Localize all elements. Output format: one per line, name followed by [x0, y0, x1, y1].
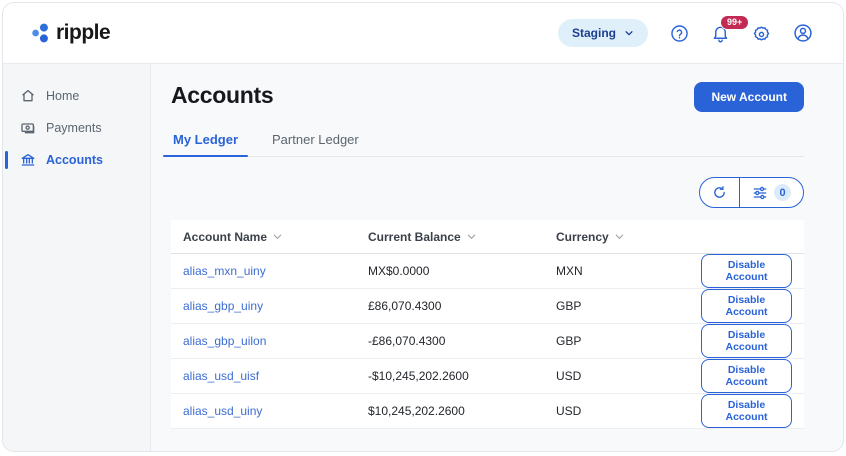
filter-button[interactable]: 0 [739, 178, 803, 207]
table-row: alias_gbp_uiny £86,070.4300 GBP Disable … [171, 289, 804, 324]
currency-value: USD [556, 369, 701, 383]
ripple-logo: ripple [31, 21, 110, 45]
currency-value: GBP [556, 334, 701, 348]
help-button[interactable] [670, 24, 689, 43]
sidebar-item-payments[interactable]: Payments [3, 112, 150, 144]
user-avatar-icon [793, 23, 813, 43]
environment-selector[interactable]: Staging [558, 19, 648, 47]
current-balance-value: -£86,070.4300 [368, 334, 556, 348]
bank-icon [20, 152, 36, 168]
table-row: alias_gbp_uilon -£86,070.4300 GBP Disabl… [171, 324, 804, 359]
environment-label: Staging [572, 26, 616, 40]
account-name-link[interactable]: alias_mxn_uiny [183, 264, 266, 278]
filter-count-badge: 0 [774, 184, 791, 201]
table-toolbar: 0 [171, 177, 804, 208]
new-account-button[interactable]: New Account [694, 82, 804, 112]
table-tools-group: 0 [699, 177, 804, 208]
column-header-currency[interactable]: Currency [556, 230, 625, 244]
disable-account-button[interactable]: Disable Account [701, 394, 792, 428]
accounts-table: Account Name Current Balance Currency [171, 220, 804, 429]
top-bar-controls: Staging [558, 19, 813, 47]
filter-sliders-icon [752, 185, 768, 201]
settings-button[interactable] [752, 24, 771, 43]
tab-partner-ledger[interactable]: Partner Ledger [270, 132, 361, 156]
top-bar: ripple Staging [3, 3, 843, 64]
current-balance-value: £86,070.4300 [368, 299, 556, 313]
gear-icon [752, 24, 771, 43]
disable-account-button[interactable]: Disable Account [701, 324, 792, 358]
refresh-icon [712, 185, 727, 200]
sort-chevron-icon [614, 231, 625, 242]
sidebar-item-accounts[interactable]: Accounts [3, 144, 150, 176]
chevron-down-icon [624, 28, 634, 38]
tab-my-ledger[interactable]: My Ledger [171, 132, 240, 156]
table-row: alias_mxn_uiny MX$0.0000 MXN Disable Acc… [171, 254, 804, 289]
current-balance-value: MX$0.0000 [368, 264, 556, 278]
account-name-link[interactable]: alias_gbp_uiny [183, 299, 263, 313]
disable-account-button[interactable]: Disable Account [701, 254, 792, 288]
notifications-button[interactable]: 99+ [711, 24, 730, 43]
table-row: alias_usd_uisf -$10,245,202.2600 USD Dis… [171, 359, 804, 394]
sort-chevron-icon [466, 231, 477, 242]
refresh-button[interactable] [700, 178, 739, 207]
ripple-logo-text: ripple [56, 21, 110, 45]
main-content: Accounts New Account My Ledger Partner L… [151, 64, 843, 451]
column-label: Currency [556, 230, 609, 244]
ledger-tabs: My Ledger Partner Ledger [171, 132, 804, 157]
current-balance-value: -$10,245,202.2600 [368, 369, 556, 383]
column-header-current-balance[interactable]: Current Balance [368, 230, 477, 244]
table-row: alias_usd_uiny $10,245,202.2600 USD Disa… [171, 394, 804, 429]
sidebar: Home Payments [3, 64, 151, 451]
column-label: Current Balance [368, 230, 461, 244]
page-title: Accounts [171, 82, 273, 109]
sidebar-item-label: Accounts [46, 153, 103, 167]
currency-value: USD [556, 404, 701, 418]
sidebar-item-label: Home [46, 89, 79, 103]
sidebar-item-home[interactable]: Home [3, 80, 150, 112]
disable-account-button[interactable]: Disable Account [701, 359, 792, 393]
profile-button[interactable] [793, 23, 813, 43]
app-body: Home Payments [3, 64, 843, 451]
help-icon [670, 24, 689, 43]
current-balance-value: $10,245,202.2600 [368, 404, 556, 418]
account-name-link[interactable]: alias_usd_uiny [183, 404, 262, 418]
sidebar-item-label: Payments [46, 121, 102, 135]
column-label: Account Name [183, 230, 267, 244]
column-header-account-name[interactable]: Account Name [183, 230, 283, 244]
ripple-logo-icon [31, 23, 51, 43]
currency-value: MXN [556, 264, 701, 278]
sort-chevron-icon [272, 231, 283, 242]
disable-account-button[interactable]: Disable Account [701, 289, 792, 323]
app-window: ripple Staging [2, 2, 844, 452]
page-header: Accounts New Account [171, 78, 804, 112]
currency-value: GBP [556, 299, 701, 313]
home-icon [20, 88, 36, 104]
payments-icon [20, 120, 36, 136]
notification-count-badge: 99+ [720, 15, 749, 30]
account-name-link[interactable]: alias_usd_uisf [183, 369, 259, 383]
table-header-row: Account Name Current Balance Currency [171, 220, 804, 254]
account-name-link[interactable]: alias_gbp_uilon [183, 334, 266, 348]
